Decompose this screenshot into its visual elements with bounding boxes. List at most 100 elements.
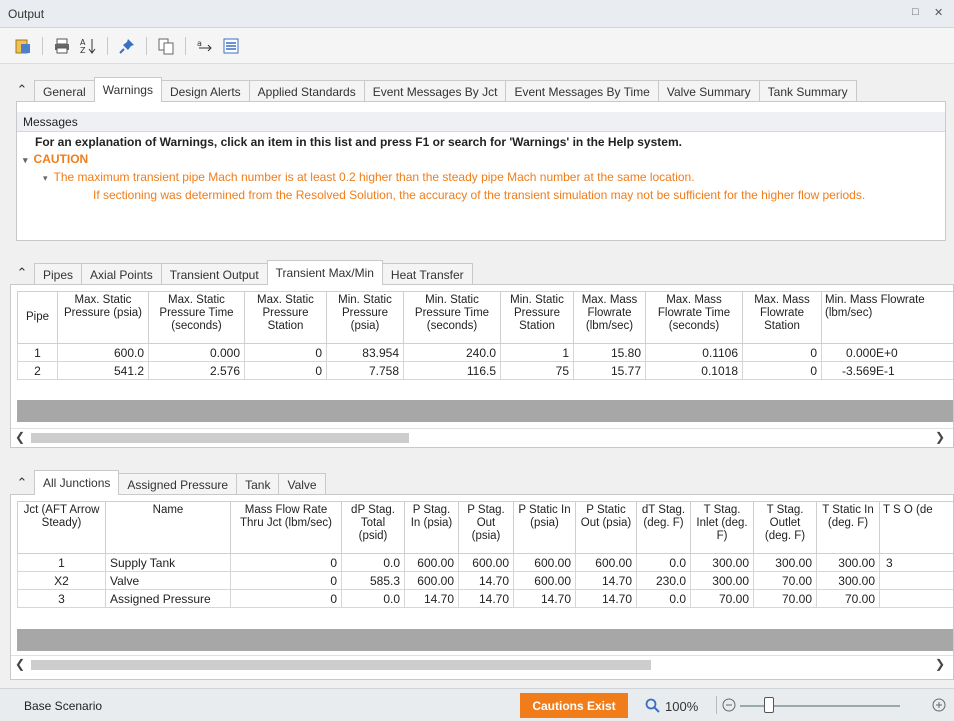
table-cell[interactable]: 300.00 [816,553,880,572]
collapse-chevron-icon[interactable]: ⌃ [10,261,34,285]
table-cell[interactable]: 14.70 [458,589,514,608]
table-cell[interactable]: 0.0 [636,553,691,572]
table-cell[interactable]: 116.5 [403,361,501,380]
zoom-control[interactable]: 100% [645,698,698,714]
zoom-out-icon[interactable] [722,698,736,712]
table-cell[interactable]: 70.00 [753,589,817,608]
table-cell[interactable]: 70.00 [816,589,880,608]
table-cell[interactable]: 0 [244,343,327,362]
table-cell[interactable]: 300.00 [690,571,754,590]
table-cell[interactable]: 600.00 [575,553,637,572]
scroll-right-icon[interactable]: ❯ [935,430,945,444]
pipe-horizontal-scrollbar[interactable]: ❮ ❯ [11,428,953,446]
tab-axial-points[interactable]: Axial Points [81,263,162,285]
table-cell[interactable]: 0 [230,589,342,608]
table-cell[interactable]: 0 [244,361,327,380]
column-header[interactable]: Max. Mass Flowrate Station [742,291,822,344]
table-row[interactable]: 1 Supply Tank 0 0.0 600.00 600.00 600.00… [17,553,953,572]
pin-icon[interactable] [116,35,138,57]
table-cell[interactable]: 240.0 [403,343,501,362]
table-cell[interactable]: 300.00 [690,553,754,572]
table-cell[interactable]: Valve [105,571,231,590]
table-cell[interactable]: 0.000 [148,343,245,362]
table-cell[interactable]: 70.00 [690,589,754,608]
table-cell[interactable]: 15.80 [573,343,646,362]
table-cell[interactable]: 300.00 [816,571,880,590]
table-cell[interactable]: 83.954 [326,343,404,362]
close-icon[interactable]: ✕ [934,6,943,19]
table-cell[interactable]: 0.000E+0 [821,343,953,362]
table-cell[interactable]: 0.0 [341,589,405,608]
tab-pipes[interactable]: Pipes [34,263,83,285]
table-cell[interactable]: -3.569E-1 [821,361,953,380]
scroll-right-icon[interactable]: ❯ [935,657,945,671]
column-header[interactable]: T Stag. Outlet (deg. F) [753,501,817,554]
scroll-thumb[interactable] [31,660,651,670]
column-header[interactable]: Min. Mass Flowrate (lbm/sec) [821,291,953,344]
column-header[interactable]: Min. Static Pressure Station [500,291,574,344]
arrange-icon[interactable]: a [194,35,216,57]
column-header[interactable]: Max. Static Pressure Station [244,291,327,344]
table-cell[interactable]: 0.0 [341,553,405,572]
table-cell[interactable]: 600.00 [458,553,514,572]
caution-item[interactable]: ▾ The maximum transient pipe Mach number … [23,169,939,187]
tab-transient-max-min[interactable]: Transient Max/Min [266,260,383,285]
column-header[interactable]: P Static In (psia) [513,501,576,554]
expand-arrow-icon[interactable]: ▾ [23,155,28,165]
table-cell[interactable]: 14.70 [458,571,514,590]
table-cell[interactable] [879,589,953,608]
table-cell[interactable]: 75 [500,361,574,380]
table-cell[interactable]: 14.70 [575,571,637,590]
table-cell[interactable]: 0.1018 [645,361,743,380]
scroll-left-icon[interactable]: ❮ [15,657,25,671]
table-cell[interactable]: 1 [17,343,58,362]
table-cell[interactable]: 14.70 [575,589,637,608]
table-cell[interactable]: 0 [742,361,822,380]
zoom-in-icon[interactable] [932,698,946,712]
table-cell[interactable]: 3 [17,589,106,608]
column-header[interactable]: dT Stag. (deg. F) [636,501,691,554]
table-cell[interactable]: 1 [17,553,106,572]
column-header[interactable]: Min. Static Pressure (psia) [326,291,404,344]
column-header[interactable]: P Stag. In (psia) [404,501,459,554]
column-header[interactable]: Max. Mass Flowrate (lbm/sec) [573,291,646,344]
table-cell[interactable]: 2.576 [148,361,245,380]
table-cell[interactable]: 3 [879,553,953,572]
caution-group[interactable]: ▾ CAUTION [23,151,939,169]
table-cell[interactable]: 300.00 [753,553,817,572]
column-header[interactable]: Pipe [17,291,58,344]
table-cell[interactable]: 600.00 [404,553,459,572]
tab-tank[interactable]: Tank [236,473,280,495]
column-header[interactable]: P Stag. Out (psia) [458,501,514,554]
column-header[interactable]: T Stag. Inlet (deg. F) [690,501,754,554]
column-header[interactable]: dP Stag. Total (psid) [341,501,405,554]
column-header[interactable]: Max. Mass Flowrate Time (seconds) [645,291,743,344]
table-cell[interactable]: 0 [742,343,822,362]
table-cell[interactable]: 585.3 [341,571,405,590]
column-header[interactable]: P Static Out (psia) [575,501,637,554]
column-header[interactable]: Max. Static Pressure (psia) [57,291,149,344]
table-cell[interactable]: 600.00 [513,571,576,590]
table-cell[interactable]: Supply Tank [105,553,231,572]
sort-az-icon[interactable]: AZ [77,35,99,57]
table-cell[interactable] [879,571,953,590]
table-cell[interactable]: 70.00 [753,571,817,590]
list-icon[interactable] [220,35,242,57]
table-cell[interactable]: 1 [500,343,574,362]
scroll-thumb[interactable] [31,433,409,443]
tab-all-junctions[interactable]: All Junctions [34,470,120,495]
zoom-slider-thumb[interactable] [764,697,774,713]
scenario-label[interactable]: Base Scenario [24,699,102,713]
copy-icon[interactable] [155,35,177,57]
tab-tank-summary[interactable]: Tank Summary [758,80,857,102]
collapse-chevron-icon[interactable]: ⌃ [10,78,34,102]
tab-valve[interactable]: Valve [278,473,326,495]
table-cell[interactable]: 600.00 [513,553,576,572]
table-cell[interactable]: 0.0 [636,589,691,608]
table-cell[interactable]: X2 [17,571,106,590]
tab-valve-summary[interactable]: Valve Summary [657,80,760,102]
table-cell[interactable]: 7.758 [326,361,404,380]
tab-general[interactable]: General [34,80,95,102]
tab-warnings[interactable]: Warnings [93,77,162,102]
column-header[interactable]: Min. Static Pressure Time (seconds) [403,291,501,344]
